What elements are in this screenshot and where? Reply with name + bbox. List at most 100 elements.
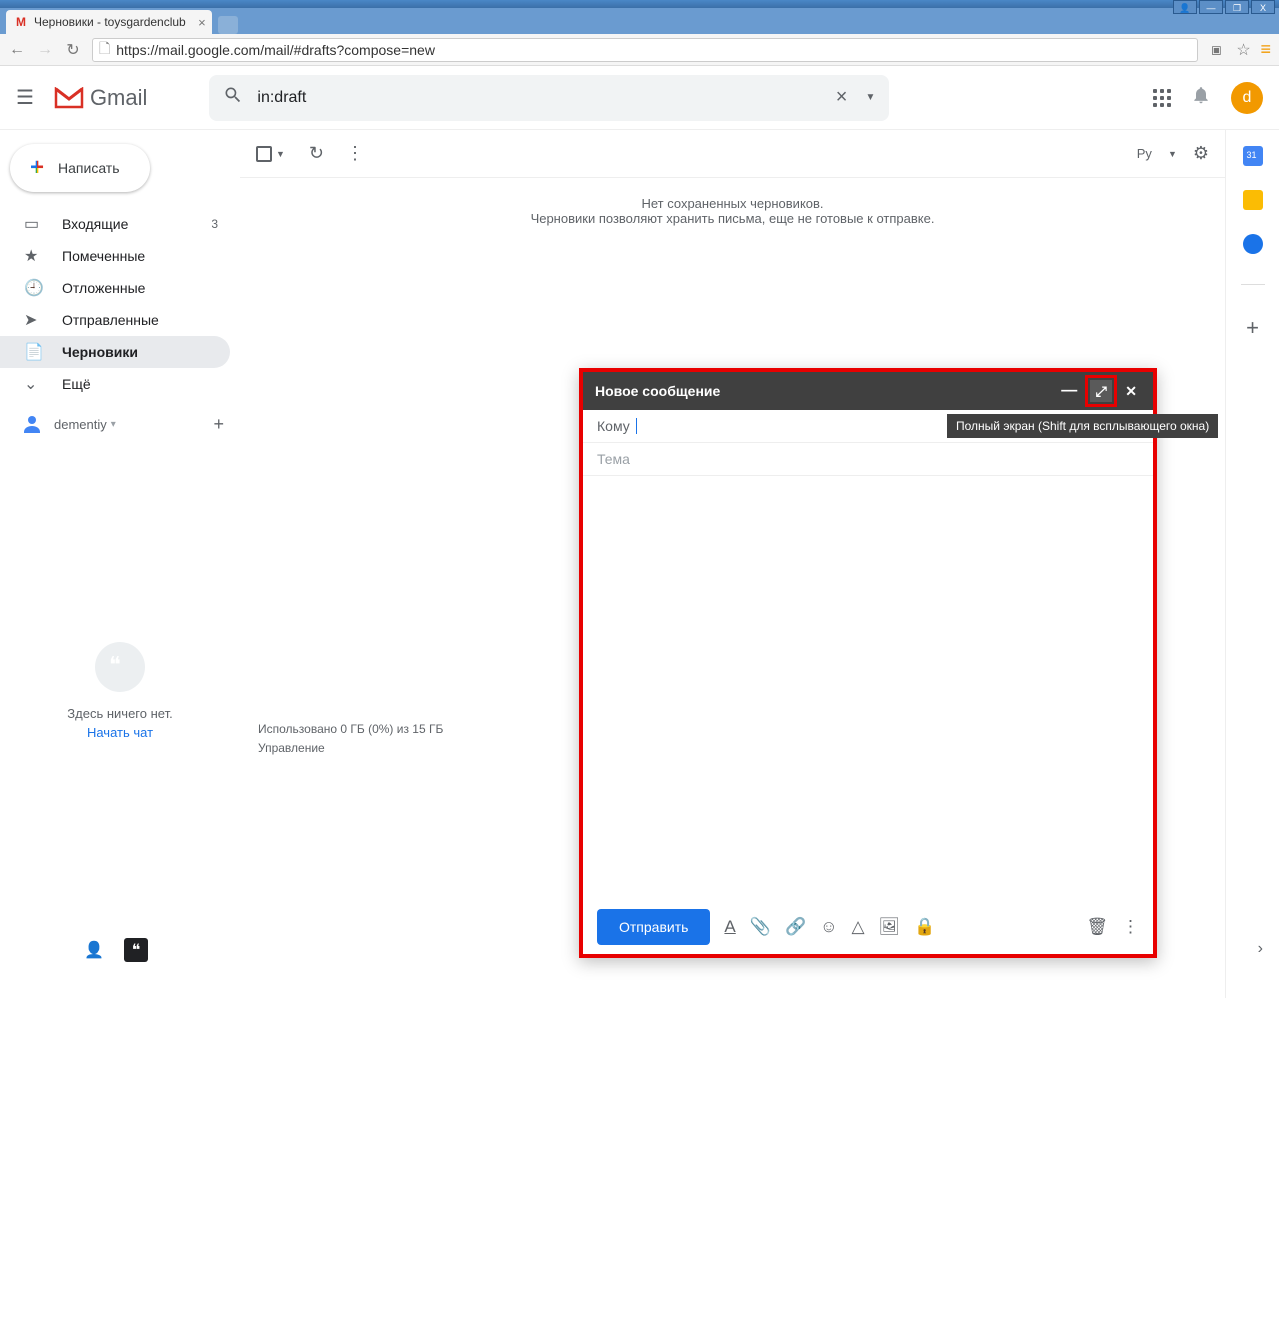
contacts-tab-icon[interactable]: 👤 [82, 938, 106, 962]
drive-icon[interactable]: △ [851, 917, 864, 937]
keep-icon[interactable] [1243, 190, 1263, 210]
window-maximize-button[interactable]: ❐ [1225, 0, 1249, 14]
hangouts-tab-icon[interactable]: ❝ [124, 938, 148, 962]
browser-tab[interactable]: M Черновики - toysgardenclub × [6, 10, 212, 34]
search-box[interactable]: × ▼ [209, 75, 889, 121]
hangouts-empty-state: Здесь ничего нет. Начать чат [0, 642, 240, 740]
sidebar-item-drafts[interactable]: 📄 Черновики [0, 336, 230, 368]
window-close-button[interactable]: X [1251, 0, 1275, 14]
expand-highlight: ⤢ [1085, 375, 1117, 407]
compose-footer: Отправить A 📎 🔗 ☺ △ 🖼 🔒 🗑 ⋮ [583, 900, 1153, 954]
refresh-icon[interactable]: ↻ [309, 143, 324, 164]
window-user-icon[interactable]: 👤 [1173, 0, 1197, 14]
add-contact-icon[interactable]: + [213, 414, 224, 435]
compose-fullscreen-icon[interactable]: ⤢ [1090, 380, 1112, 402]
sidebar: + Написать ▭ Входящие 3 ★ Помеченные 🕘 О… [0, 130, 240, 998]
compose-title: Новое сообщение [595, 383, 720, 399]
star-icon: ★ [24, 246, 44, 266]
select-dropdown-icon[interactable]: ▼ [276, 149, 285, 159]
page-icon: 🗋 [99, 38, 110, 62]
compose-close-icon[interactable]: ✕ [1121, 383, 1141, 400]
sidebar-bottom-tabs: 👤 ❝ [82, 938, 148, 962]
sidebar-item-more[interactable]: ⌄ Ещё [0, 368, 230, 400]
sidebar-label: Черновики [62, 344, 138, 360]
sidebar-label: Входящие [62, 216, 128, 232]
gmail-favicon-icon: M [14, 15, 28, 29]
subject-placeholder: Тема [597, 451, 630, 467]
url-input[interactable]: 🗋 https://mail.google.com/mail/#drafts?c… [92, 38, 1198, 62]
select-all-checkbox[interactable] [256, 146, 272, 162]
to-label: Кому [597, 418, 630, 434]
sidebar-label: Отправленные [62, 312, 159, 328]
sidebar-item-starred[interactable]: ★ Помеченные [0, 240, 230, 272]
browser-tabstrip: M Черновики - toysgardenclub × [0, 8, 1279, 34]
confidential-icon[interactable]: 🔒 [914, 917, 935, 937]
sidebar-item-snoozed[interactable]: 🕘 Отложенные [0, 272, 230, 304]
hangouts-bubble-icon [95, 642, 145, 692]
compose-button[interactable]: + Написать [10, 144, 150, 192]
storage-manage-link[interactable]: Управление [258, 739, 443, 758]
emoji-icon[interactable]: ☺ [820, 917, 837, 937]
account-avatar[interactable]: d [1231, 82, 1263, 114]
user-name: dementiy [54, 417, 107, 432]
more-actions-icon[interactable]: ⋮ [346, 143, 364, 164]
text-cursor [636, 418, 637, 434]
calendar-icon[interactable] [1243, 146, 1263, 166]
main-menu-icon[interactable]: ☰ [16, 85, 34, 110]
compose-window: Новое сообщение — ⤢ ✕ Кому Тема Отправит… [579, 368, 1157, 958]
chevron-down-icon: ⌄ [24, 374, 44, 394]
lang-dropdown-icon[interactable]: ▼ [1168, 149, 1177, 159]
discard-icon[interactable]: 🗑 [1086, 917, 1108, 937]
link-icon[interactable]: 🔗 [785, 917, 806, 937]
formatting-icon[interactable]: A [724, 917, 735, 937]
compose-minimize-icon[interactable]: — [1057, 382, 1081, 400]
hangouts-empty-text: Здесь ничего нет. [0, 706, 240, 721]
gmail-logo[interactable]: Gmail [54, 85, 147, 111]
sidebar-count: 3 [211, 217, 218, 231]
tasks-icon[interactable] [1243, 234, 1263, 254]
search-icon[interactable] [223, 85, 243, 110]
back-icon[interactable]: ← [8, 41, 26, 59]
google-apps-icon[interactable] [1153, 89, 1171, 107]
side-panel: + [1225, 130, 1279, 998]
sidebar-label: Ещё [62, 376, 91, 392]
user-dropdown-icon[interactable]: ▾ [111, 419, 116, 430]
hide-panel-icon[interactable]: › [1258, 940, 1263, 958]
reload-icon[interactable]: ↻ [64, 40, 82, 60]
tab-close-icon[interactable]: × [198, 15, 206, 30]
forward-icon[interactable]: → [36, 41, 54, 59]
search-clear-icon[interactable]: × [826, 86, 858, 109]
url-text: https://mail.google.com/mail/#drafts?com… [116, 42, 435, 58]
compose-label: Написать [58, 160, 119, 176]
sidebar-item-sent[interactable]: ➤ Отправленные [0, 304, 230, 336]
hangouts-user-row[interactable]: dementiy ▾ + [0, 406, 240, 442]
browser-menu-icon[interactable]: ≡ [1260, 39, 1271, 60]
empty-drafts-message: Нет сохраненных черновиков. Черновики по… [240, 178, 1225, 244]
sidebar-item-inbox[interactable]: ▭ Входящие 3 [0, 208, 230, 240]
hangouts-start-chat-link[interactable]: Начать чат [0, 725, 240, 740]
sidebar-label: Помеченные [62, 248, 145, 264]
window-titlebar [0, 0, 1279, 8]
send-button[interactable]: Отправить [597, 909, 710, 945]
fullscreen-tooltip: Полный экран (Shift для всплывающего окн… [947, 414, 1218, 438]
settings-gear-icon[interactable]: ⚙ [1193, 143, 1209, 164]
input-tools-label[interactable]: Ру [1137, 146, 1152, 161]
search-options-icon[interactable]: ▼ [857, 92, 875, 103]
search-input[interactable] [257, 89, 825, 107]
photo-icon[interactable]: 🖼 [879, 917, 901, 937]
compose-subject-field[interactable]: Тема [583, 443, 1153, 476]
add-addon-icon[interactable]: + [1246, 315, 1259, 341]
compose-header[interactable]: Новое сообщение — ⤢ ✕ [583, 372, 1153, 410]
notifications-icon[interactable] [1191, 85, 1211, 110]
attach-icon[interactable]: 📎 [750, 917, 771, 937]
rail-separator [1241, 284, 1265, 285]
tab-title: Черновики - toysgardenclub [34, 15, 186, 29]
draft-icon: 📄 [24, 342, 44, 362]
bookmark-icon[interactable]: ☆ [1234, 40, 1252, 60]
window-minimize-button[interactable]: — [1199, 0, 1223, 14]
user-avatar-icon [20, 412, 44, 436]
mail-toolbar: ▼ ↻ ⋮ Ру ▼ ⚙ [240, 130, 1225, 178]
compose-more-icon[interactable]: ⋮ [1122, 917, 1139, 937]
new-tab-button[interactable] [218, 16, 238, 34]
extension-icon[interactable]: ◈ [1204, 36, 1231, 63]
